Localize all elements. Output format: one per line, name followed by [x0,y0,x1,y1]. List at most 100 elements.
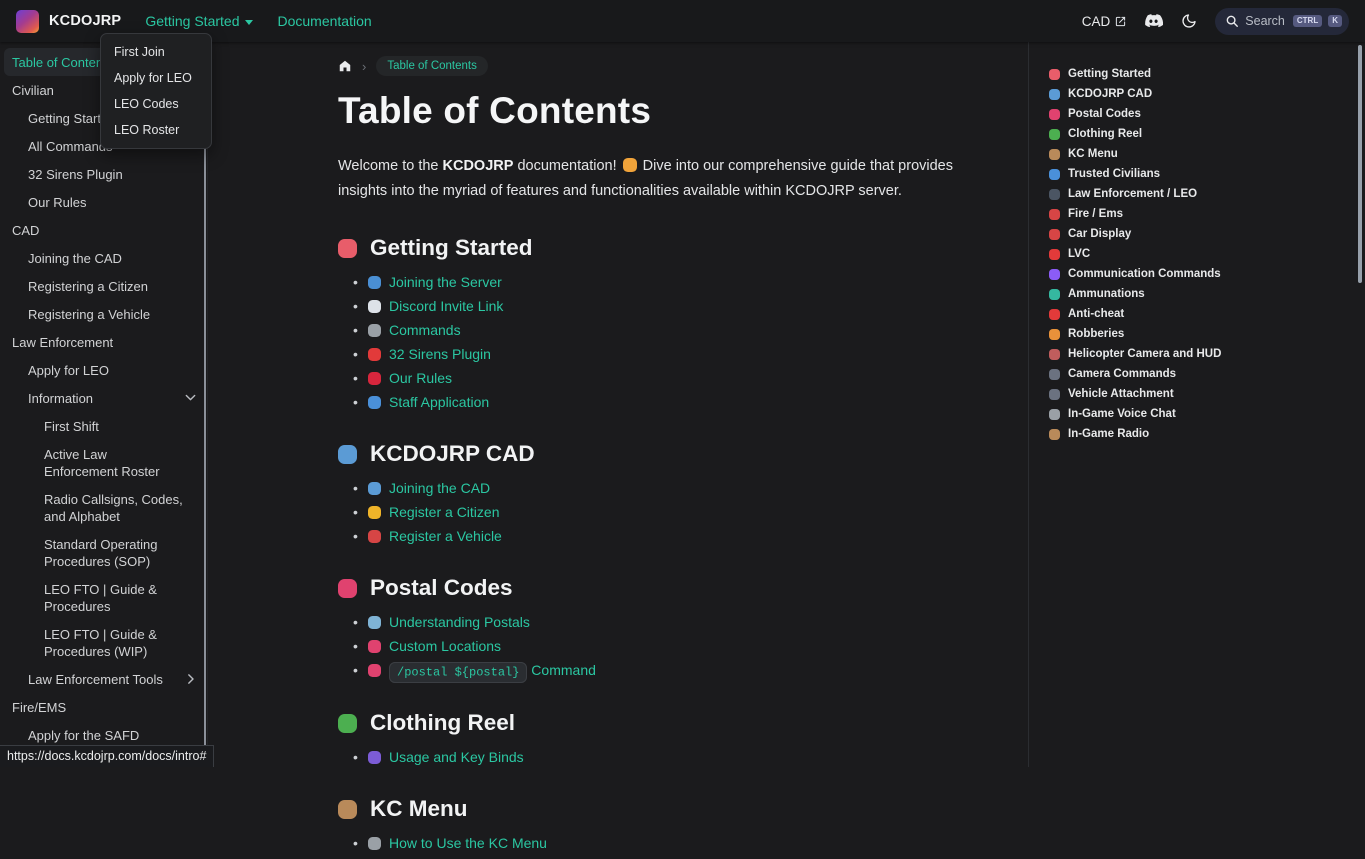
toc-item-postal-codes[interactable]: Postal Codes [1049,104,1365,124]
speech-balloon-icon [368,300,381,313]
sidebar-item-our-rules[interactable]: Our Rules [0,188,207,216]
chevron-right-icon[interactable] [183,672,198,687]
toc-item-kcdojrp-cad[interactable]: KCDOJRP CAD [1049,84,1365,104]
sidebar-scrollbar[interactable] [204,140,206,755]
content-link-our-rules[interactable]: Our Rules [389,370,452,386]
content-link-commands[interactable]: Commands [389,322,461,338]
sidebar-item-leo-fto-guide-procedures[interactable]: LEO FTO | Guide & Procedures [0,575,207,620]
content-link-joining-the-server[interactable]: Joining the Server [389,274,502,290]
police-car-icon [1049,189,1060,200]
nav-item-getting-started[interactable]: Getting Started [145,13,253,29]
list-item: Our Rules [352,370,1016,386]
external-link-icon [1115,16,1126,27]
content-link-joining-the-cad[interactable]: Joining the CAD [389,480,490,496]
toc-item-trusted-civilians[interactable]: Trusted Civilians [1049,164,1365,184]
toc-item-in-game-voice-chat[interactable]: In-Game Voice Chat [1049,404,1365,424]
toc-item-camera-commands[interactable]: Camera Commands [1049,364,1365,384]
keyboard-icon [368,324,381,337]
content-link-how-to-use-the-kc-menu[interactable]: How to Use the KC Menu [389,835,547,851]
status-url-tooltip: https://docs.kcdojrp.com/docs/intro# [0,745,214,767]
bell-icon [1049,269,1060,280]
camera-icon [1049,369,1060,380]
rocket-icon [338,239,357,258]
nav-item-cad[interactable]: CAD [1082,14,1127,29]
main-content: › Table of Contents Table of Contents We… [338,42,1016,859]
list-item: Discord Invite Link [352,298,1016,314]
section-kcdojrp-cad: KCDOJRP CAD Joining the CAD Register a Cit… [338,441,1016,544]
chevron-down-icon[interactable] [183,391,198,406]
sidebar-item-joining-the-cad[interactable]: Joining the CAD [0,244,207,272]
sidebar-item-leo-fto-guide-procedures-wip[interactable]: LEO FTO | Guide & Procedures (WIP) [0,620,207,665]
page-scrollbar[interactable] [1358,45,1362,283]
dropdown-item-leo-codes[interactable]: LEO Codes [101,91,211,117]
search-input[interactable]: Search CTRL K [1215,8,1349,35]
car-icon [368,530,381,543]
sidebar-item-fire-ems[interactable]: Fire/EMS [0,693,207,721]
toc-item-robberies[interactable]: Robberies [1049,324,1365,344]
content-sections: Getting StartedJoining the ServerDiscord… [338,235,1016,851]
computer-icon [1049,89,1060,100]
sidebar-item-active-law-enforcement-roster[interactable]: Active Law Enforcement Roster [0,440,207,485]
dropdown-item-first-join[interactable]: First Join [101,39,211,65]
shield-icon [1049,169,1060,180]
search-icon [1225,14,1239,28]
dropdown-item-apply-for-leo[interactable]: Apply for LEO [101,65,211,91]
moon-icon[interactable] [1181,13,1197,29]
toc-item-clothing-reel[interactable]: Clothing Reel [1049,124,1365,144]
sidebar-item-law-enforcement[interactable]: Law Enforcement [0,328,207,356]
intro-paragraph: Welcome to the KCDOJRP documentation! Di… [338,154,1000,204]
dropdown-item-leo-roster[interactable]: LEO Roster [101,117,211,143]
sidebar-item-standard-operating-procedures-sop[interactable]: Standard Operating Procedures (SOP) [0,530,207,575]
content-link-register-a-citizen[interactable]: Register a Citizen [389,504,500,520]
list-item: Joining the CAD [352,480,1016,496]
toc-item-anti-cheat[interactable]: Anti-cheat [1049,304,1365,324]
content-link-custom-locations[interactable]: Custom Locations [389,638,501,654]
section-heading: KCDOJRP CAD [338,441,1016,467]
breadcrumb: › Table of Contents [338,56,1016,76]
toc-item-law-enforcement-leo[interactable]: Law Enforcement / LEO [1049,184,1365,204]
toc-item-ammunations[interactable]: Ammunations [1049,284,1365,304]
sidebar-item-first-shift[interactable]: First Shift [0,412,207,440]
microphone-icon [1049,409,1060,420]
toc-item-helicopter-camera-and-hud[interactable]: Helicopter Camera and HUD [1049,344,1365,364]
content-link-32-sirens-plugin[interactable]: 32 Sirens Plugin [389,346,491,362]
content-link-register-a-vehicle[interactable]: Register a Vehicle [389,528,502,544]
sidebar-item-registering-a-citizen[interactable]: Registering a Citizen [0,272,207,300]
content-link-staff-application[interactable]: Staff Application [389,394,489,410]
sidebar-item-registering-a-vehicle[interactable]: Registering a Vehicle [0,300,207,328]
toc-item-car-display[interactable]: Car Display [1049,224,1365,244]
toc-item-communication-commands[interactable]: Communication Commands [1049,264,1365,284]
content-link-discord-invite-link[interactable]: Discord Invite Link [389,298,503,314]
kbd-ctrl: CTRL [1293,15,1322,27]
round-pushpin-icon [368,640,381,653]
sidebar-item-apply-for-leo[interactable]: Apply for LEO [0,356,207,384]
content-link-usage-and-key-binds[interactable]: Usage and Key Binds [389,749,524,765]
sidebar-item-information[interactable]: Information [0,384,207,412]
site-logo[interactable] [16,10,39,33]
game-controller-icon [368,751,381,764]
sidebar-item-law-enforcement-tools[interactable]: Law Enforcement Tools [0,665,207,693]
prohibited-icon [1049,309,1060,320]
brand-title[interactable]: KCDOJRP [49,13,121,29]
sidebar-item-radio-callsigns-codes-and-alphabet[interactable]: Radio Callsigns, Codes, and Alphabet [0,485,207,530]
list-item: Joining the Server [352,274,1016,290]
police-light-icon [368,348,381,361]
toc-item-getting-started[interactable]: Getting Started [1049,64,1365,84]
list-item: Register a Vehicle [352,528,1016,544]
section-heading: KC Menu [338,796,1016,822]
toc-item-in-game-radio[interactable]: In-Game Radio [1049,424,1365,444]
content-link-command[interactable]: /postal ${postal} Command [389,662,596,679]
section-postal-codes: Postal CodesUnderstanding PostalsCustom … [338,575,1016,679]
toc-item-kc-menu[interactable]: KC Menu [1049,144,1365,164]
list-item: Register a Citizen [352,504,1016,520]
discord-icon[interactable] [1144,14,1163,29]
sidebar-item-cad[interactable]: CAD [0,216,207,244]
sidebar-item-32-sirens-plugin[interactable]: 32 Sirens Plugin [0,160,207,188]
toc-item-vehicle-attachment[interactable]: Vehicle Attachment [1049,384,1365,404]
nav-item-documentation[interactable]: Documentation [277,13,371,29]
home-icon[interactable] [338,59,352,73]
round-pushpin-icon [1049,109,1060,120]
toc-item-fire-ems[interactable]: Fire / Ems [1049,204,1365,224]
toc-item-lvc[interactable]: LVC [1049,244,1365,264]
content-link-understanding-postals[interactable]: Understanding Postals [389,614,530,630]
